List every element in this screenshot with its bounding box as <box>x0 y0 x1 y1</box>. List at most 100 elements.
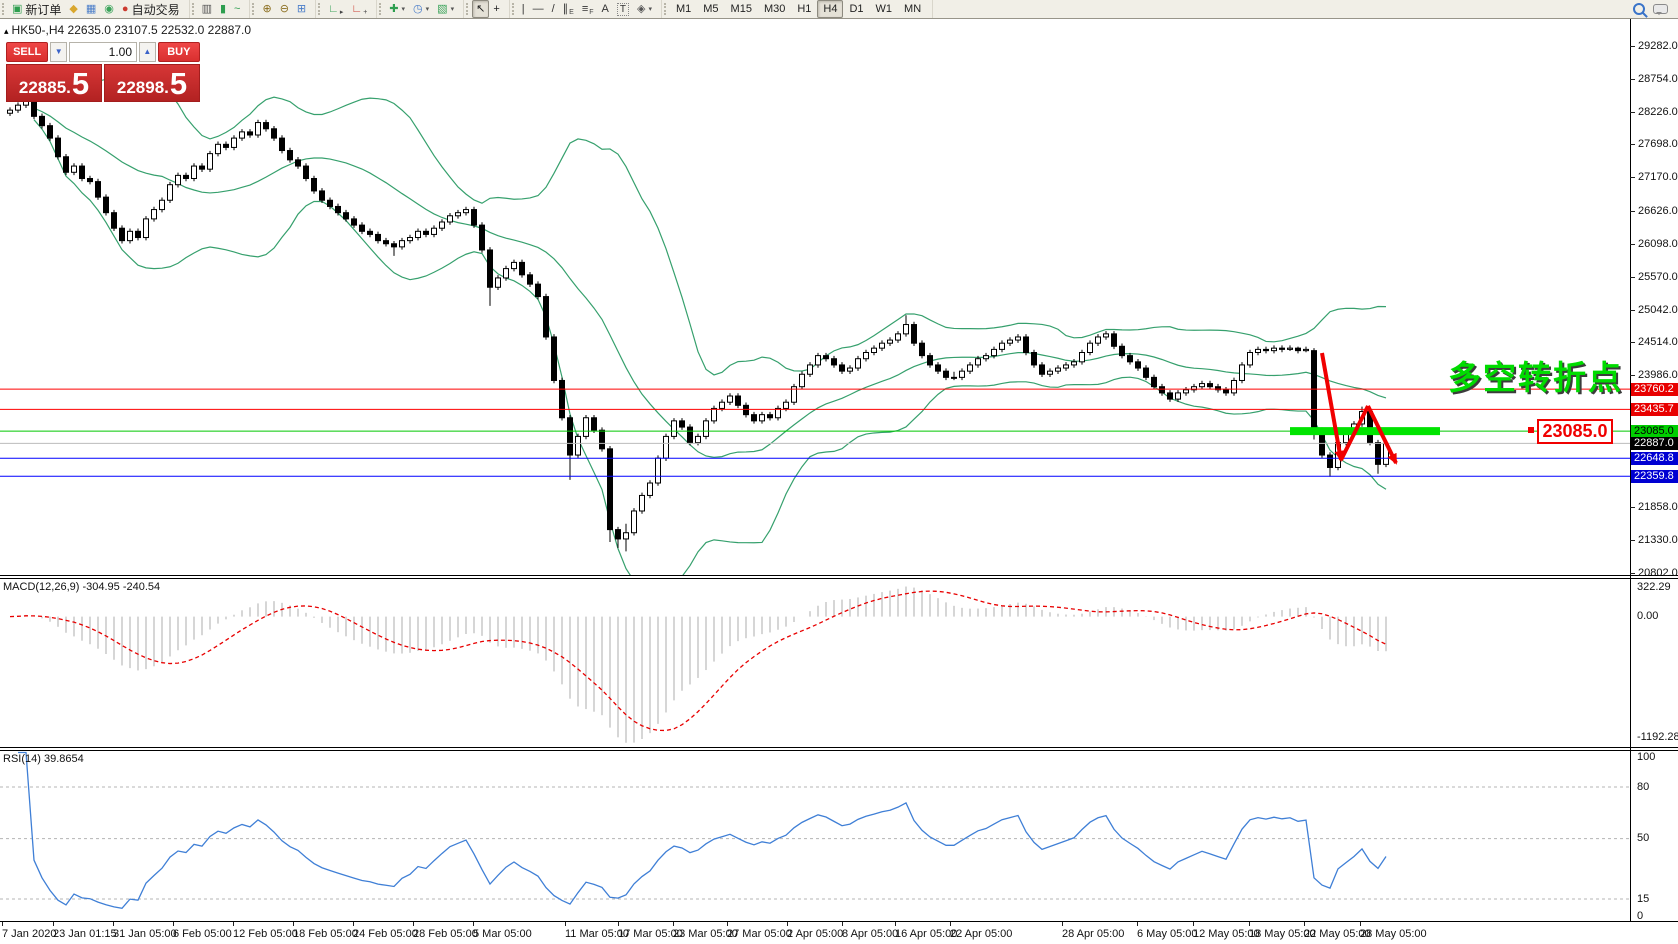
buy-button[interactable]: BUY <box>157 42 200 62</box>
search-icon[interactable] <box>1633 3 1645 15</box>
price-tag: 23435.7 <box>1631 402 1678 416</box>
timeframe-h4[interactable]: H4 <box>817 0 844 18</box>
cursor-icon[interactable]: ↖ <box>472 0 490 18</box>
price-tick-label: 27170.0 <box>1630 171 1678 184</box>
pane-divider[interactable] <box>0 750 1678 751</box>
price-tag: 22359.8 <box>1631 469 1678 483</box>
timeframe-m5[interactable]: M5 <box>697 0 724 18</box>
time-axis[interactable]: 7 Jan 2020 23 Jan 01:15 31 Jan 05:00 6 Feb … <box>0 922 1678 944</box>
timeframe-d1[interactable]: D1 <box>843 0 869 18</box>
timeframe-m1[interactable]: M1 <box>670 0 697 18</box>
charts-icon[interactable]: ▦ <box>82 0 100 18</box>
tile-windows-icon: ⊞ <box>296 3 307 15</box>
chevron-down-icon[interactable]: ▾ <box>426 5 430 13</box>
toolbar-group: ✚ ▾ ◷ ▾ ▧ ▾ <box>377 0 465 18</box>
toolbar-group: ∟ ▸ ∟ + <box>316 0 378 18</box>
zoom-out-icon[interactable]: ⊖ <box>276 0 293 18</box>
time-axis-label: 24 Feb 05:00 <box>353 922 418 940</box>
price-level-callout[interactable]: 23085.0 <box>1537 419 1613 444</box>
timeframe-w1[interactable]: W1 <box>870 0 899 18</box>
indicator-axis-label: 0 <box>1637 910 1644 922</box>
crosshair-icon[interactable]: + <box>489 0 503 18</box>
timeframe-m15[interactable]: M15 <box>725 0 758 18</box>
indicators-icon: ✚ <box>389 3 399 15</box>
chart-symbol-icon: ▴ <box>4 26 9 36</box>
horizontal-line-icon[interactable]: — <box>529 0 548 18</box>
trendline-icon[interactable]: / <box>548 0 559 18</box>
autotrading-button[interactable]: ● 自动交易 <box>118 0 184 18</box>
zoom-in-icon[interactable]: ⊕ <box>258 0 275 18</box>
equidistant-channel-icon[interactable]: ∥ E <box>559 0 578 18</box>
chevron-down-icon[interactable]: ▾ <box>648 5 652 13</box>
time-axis-label: 12 Feb 05:00 <box>233 922 298 940</box>
templates-icon: ▧ <box>437 3 448 15</box>
autotrading-button-label: 自动交易 <box>131 2 180 17</box>
timeframe-mn[interactable]: MN <box>898 0 927 18</box>
pane-divider[interactable] <box>0 578 1678 579</box>
indicator-axis-label: 80 <box>1637 781 1650 793</box>
community-icon[interactable] <box>1653 4 1668 15</box>
indicator-axis-label: 50 <box>1637 832 1650 844</box>
pivot-annotation-text[interactable]: 多空转折点 <box>1448 351 1638 399</box>
indicator-axis-label: -1192.28 <box>1637 731 1678 743</box>
price-tick-label: 24514.0 <box>1630 336 1678 349</box>
macd-pane[interactable] <box>0 579 1630 746</box>
bar-chart-icon[interactable]: ▥ <box>198 0 216 18</box>
pane-divider[interactable] <box>0 575 1678 576</box>
bar-chart-icon: ▥ <box>201 3 212 15</box>
rsi-pane[interactable] <box>0 751 1630 921</box>
charts-icon: ▦ <box>85 3 97 15</box>
pane-divider[interactable] <box>0 747 1678 748</box>
time-axis-label: 8 Apr 05:00 <box>842 922 899 940</box>
periods-icon: ◷ <box>413 3 423 15</box>
timeframe-h1[interactable]: H1 <box>791 0 817 18</box>
vertical-line-icon[interactable]: | <box>518 0 529 18</box>
auto-scroll-icon[interactable]: ∟ ▸ <box>324 0 347 18</box>
volume-decrease-button[interactable]: ▼ <box>50 42 67 62</box>
tester-icon[interactable]: ◉ <box>100 0 118 18</box>
time-axis-label: 22 Apr 05:00 <box>950 922 1013 940</box>
cursor-icon: ↖ <box>476 3 486 15</box>
indicator-axis-label: 322.29 <box>1637 581 1671 593</box>
price-level-callout-handle[interactable] <box>1528 427 1534 433</box>
candlestick-chart-icon[interactable]: ▮ <box>216 0 230 18</box>
timeframe-m30[interactable]: M30 <box>758 0 791 18</box>
fibonacci-icon[interactable]: ≡ F <box>578 0 598 18</box>
price-tick-label: 28754.0 <box>1630 72 1678 85</box>
trendline-icon: / <box>551 3 555 15</box>
indicator-axis-label: 0.00 <box>1637 610 1659 622</box>
indicators-icon[interactable]: ✚ ▾ <box>385 0 409 18</box>
text-label-icon: T <box>616 2 629 16</box>
main-toolbar: ▣ 新订单 ◆ ▦ ◉ ● 自动交易 ▥ ▮ ~ ⊕ ⊖ ⊞ ∟ ▸ ∟ + ✚ ▾ ◷ ▾ ▧ ▾ ↖ + | — / ∥ E ≡ F A T ◈… <box>0 0 1678 19</box>
time-axis-label: 28 Apr 05:00 <box>1062 922 1125 940</box>
templates-icon[interactable]: ▧ ▾ <box>433 0 458 18</box>
new-order-button[interactable]: ▣ 新订单 <box>8 0 65 18</box>
text-label-icon[interactable]: T <box>613 0 633 18</box>
chevron-down-icon[interactable]: ▾ <box>451 5 455 13</box>
volume-increase-button[interactable]: ▲ <box>139 42 156 62</box>
sell-button[interactable]: SELL <box>6 42 49 62</box>
volume-input[interactable] <box>69 42 137 62</box>
price-tag: 23760.2 <box>1631 382 1678 396</box>
metaeditor-icon[interactable]: ◆ <box>65 0 81 18</box>
line-chart-icon[interactable]: ~ <box>230 0 244 18</box>
main-price-chart[interactable] <box>0 18 1630 576</box>
buy-price-main: 22898. <box>116 78 169 97</box>
equidistant-channel-icon: ∥ <box>562 3 569 15</box>
chevron-down-icon[interactable]: ▾ <box>402 5 406 13</box>
tile-windows-icon[interactable]: ⊞ <box>293 0 310 18</box>
text-icon[interactable]: A <box>598 0 613 18</box>
time-axis-label: 5 Mar 05:00 <box>473 922 532 940</box>
arrows-icon[interactable]: ◈ ▾ <box>633 0 656 18</box>
auto-scroll-icon: ∟ <box>328 3 339 15</box>
chart-title: ▴ HK50-,H4 22635.0 23107.5 22532.0 22887.… <box>4 23 251 37</box>
periods-icon[interactable]: ◷ ▾ <box>409 0 433 18</box>
time-axis-label: 28 Feb 05:00 <box>413 922 478 940</box>
toolbar-group: | — / ∥ E ≡ F A T ◈ ▾ <box>510 0 662 18</box>
price-tick-label: 29282.0 <box>1630 40 1678 52</box>
chart-shift-icon[interactable]: ∟ + <box>347 0 371 18</box>
sell-price-button[interactable]: 22885. 5 <box>6 64 102 102</box>
one-click-trading-panel: SELL ▼ ▲ BUY 22885.5 22898.5 <box>6 42 200 102</box>
rsi-indicator-label: RSI(14) 39.8654 <box>3 753 84 765</box>
buy-price-button[interactable]: 22898. 5 <box>104 64 200 102</box>
